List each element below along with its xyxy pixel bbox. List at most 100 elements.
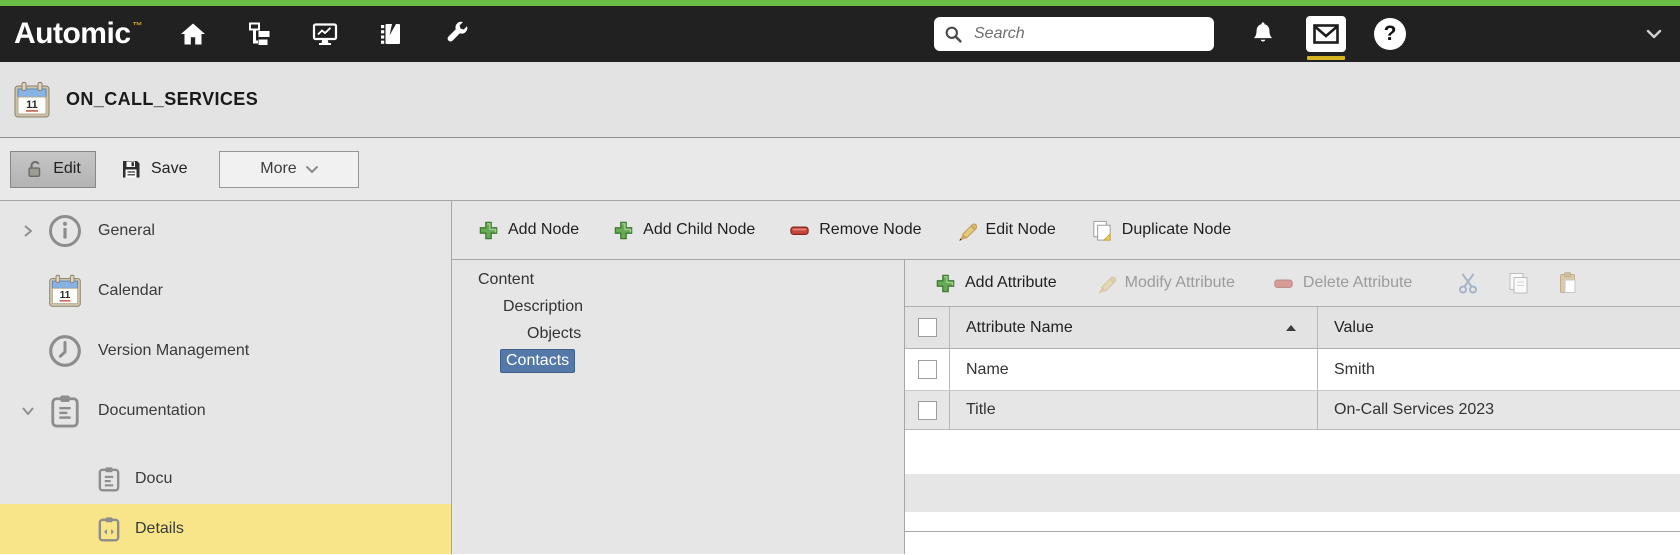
search-input[interactable] [972, 24, 1204, 44]
object-action-toolbar: Edit Save More [0, 138, 1680, 201]
pencil-icon [1095, 273, 1116, 294]
chevron-right-icon[interactable] [14, 224, 42, 238]
minus-icon [789, 220, 810, 241]
logo-text: Automic [14, 19, 131, 49]
attribute-name-cell: Title [950, 391, 1318, 429]
attribute-value: Smith [1334, 361, 1375, 379]
remove-node-button[interactable]: Remove Node [789, 220, 921, 241]
empty-row-stripe [905, 512, 1680, 532]
table-row[interactable]: Name Smith [905, 349, 1680, 391]
sidebar-item-label: Docu [135, 470, 172, 488]
save-button[interactable]: Save [120, 158, 187, 180]
pencil-icon [956, 220, 977, 241]
sidebar-item-general[interactable]: General [0, 201, 451, 261]
user-menu-chevron-icon[interactable] [1646, 28, 1664, 40]
modify-attribute-label: Modify Attribute [1125, 274, 1235, 292]
edit-button[interactable]: Edit [10, 151, 96, 188]
notifications-bell-icon[interactable] [1250, 20, 1276, 48]
svg-text:11: 11 [26, 99, 38, 111]
sort-ascending-icon [1285, 324, 1297, 332]
column-header-attribute-name[interactable]: Attribute Name [950, 307, 1318, 348]
administration-wrench-icon[interactable] [444, 21, 470, 47]
sidebar-item-docu[interactable]: Docu [0, 454, 451, 504]
remove-node-label: Remove Node [819, 221, 921, 239]
process-assembly-icon[interactable] [246, 21, 272, 47]
top-navigation-bar: Automic™ [0, 6, 1680, 62]
sidebar-item-label: Details [135, 520, 184, 538]
object-calendar-icon: 11 [12, 80, 52, 120]
add-attribute-button[interactable]: Add Attribute [935, 273, 1057, 294]
catalog-icon[interactable] [378, 21, 404, 47]
attribute-value-cell: On-Call Services 2023 [1318, 391, 1680, 429]
help-icon[interactable]: ? [1374, 18, 1406, 50]
more-button-label: More [260, 160, 296, 178]
sidebar-item-details[interactable]: Details [0, 504, 451, 554]
clipboard-icon [46, 393, 84, 429]
info-circle-icon [46, 213, 84, 249]
selected-tree-node: Contacts [500, 349, 575, 373]
edit-node-label: Edit Node [986, 221, 1056, 239]
add-node-label: Add Node [508, 221, 579, 239]
node-toolbar: Add Node Add Child Node [452, 201, 1680, 260]
home-icon[interactable] [180, 21, 206, 47]
sidebar-item-label: Documentation [98, 402, 206, 420]
sidebar-item-calendar[interactable]: 11 Calendar [0, 261, 451, 321]
active-icon-underline [1307, 56, 1345, 60]
delete-attribute-button: Delete Attribute [1273, 273, 1412, 294]
select-all-cell [905, 307, 950, 348]
edit-button-label: Edit [53, 160, 81, 178]
duplicate-icon [1090, 219, 1113, 242]
plus-icon [478, 220, 499, 241]
row-checkbox[interactable] [918, 360, 937, 379]
attribute-toolbar: Add Attribute Modify Attribute [905, 260, 1680, 306]
attribute-name-value: Title [966, 401, 996, 419]
object-header: 11 ON_CALL_SERVICES [0, 62, 1680, 138]
delete-attribute-label: Delete Attribute [1303, 274, 1412, 292]
column-header-value[interactable]: Value [1318, 307, 1680, 348]
clock-icon [46, 333, 84, 369]
floppy-disk-icon [120, 158, 142, 180]
tree-item-contacts[interactable]: Contacts [452, 347, 904, 374]
save-button-label: Save [151, 160, 187, 178]
messages-mail-button[interactable] [1306, 16, 1346, 52]
tree-item-objects[interactable]: Objects [452, 320, 904, 347]
empty-row-stripe [905, 474, 1680, 512]
tree-item-content[interactable]: Content [452, 266, 904, 293]
sidebar-item-label: General [98, 222, 155, 240]
documentation-details-pane: Add Node Add Child Node [452, 201, 1680, 554]
clipboard-details-icon [95, 515, 123, 543]
table-row[interactable]: Title On-Call Services 2023 [905, 391, 1680, 430]
add-child-node-label: Add Child Node [643, 221, 755, 239]
paste-icon [1556, 271, 1580, 295]
row-check-cell [905, 391, 950, 429]
add-node-button[interactable]: Add Node [478, 220, 579, 241]
attribute-name-header-label: Attribute Name [966, 319, 1073, 337]
unlock-icon [25, 159, 45, 179]
attribute-value: On-Call Services 2023 [1334, 401, 1494, 419]
row-checkbox[interactable] [918, 401, 937, 420]
attribute-table: Attribute Name Value [905, 306, 1680, 430]
search-icon [944, 25, 963, 44]
tree-item-description[interactable]: Description [452, 293, 904, 320]
value-header-label: Value [1334, 319, 1374, 337]
attribute-name-cell: Name [950, 349, 1318, 390]
object-sections-sidebar: General 11 Calendar [0, 201, 452, 554]
monitoring-icon[interactable] [312, 21, 338, 47]
more-menu-button[interactable]: More [219, 151, 359, 188]
empty-row-stripe [905, 430, 1680, 474]
duplicate-node-label: Duplicate Node [1122, 221, 1231, 239]
clipboard-actions [1456, 271, 1580, 295]
duplicate-node-button[interactable]: Duplicate Node [1090, 219, 1231, 242]
svg-text:11: 11 [60, 290, 71, 301]
edit-node-button[interactable]: Edit Node [956, 220, 1056, 241]
modify-attribute-button: Modify Attribute [1095, 273, 1235, 294]
add-attribute-label: Add Attribute [965, 274, 1057, 292]
panel-background [905, 532, 1680, 554]
attribute-value-cell: Smith [1318, 349, 1680, 390]
add-child-node-button[interactable]: Add Child Node [613, 220, 755, 241]
sidebar-item-documentation[interactable]: Documentation [0, 381, 451, 441]
sidebar-item-version-management[interactable]: Version Management [0, 321, 451, 381]
calendar-icon: 11 [46, 273, 84, 309]
select-all-checkbox[interactable] [918, 318, 937, 337]
chevron-down-icon[interactable] [14, 406, 42, 416]
